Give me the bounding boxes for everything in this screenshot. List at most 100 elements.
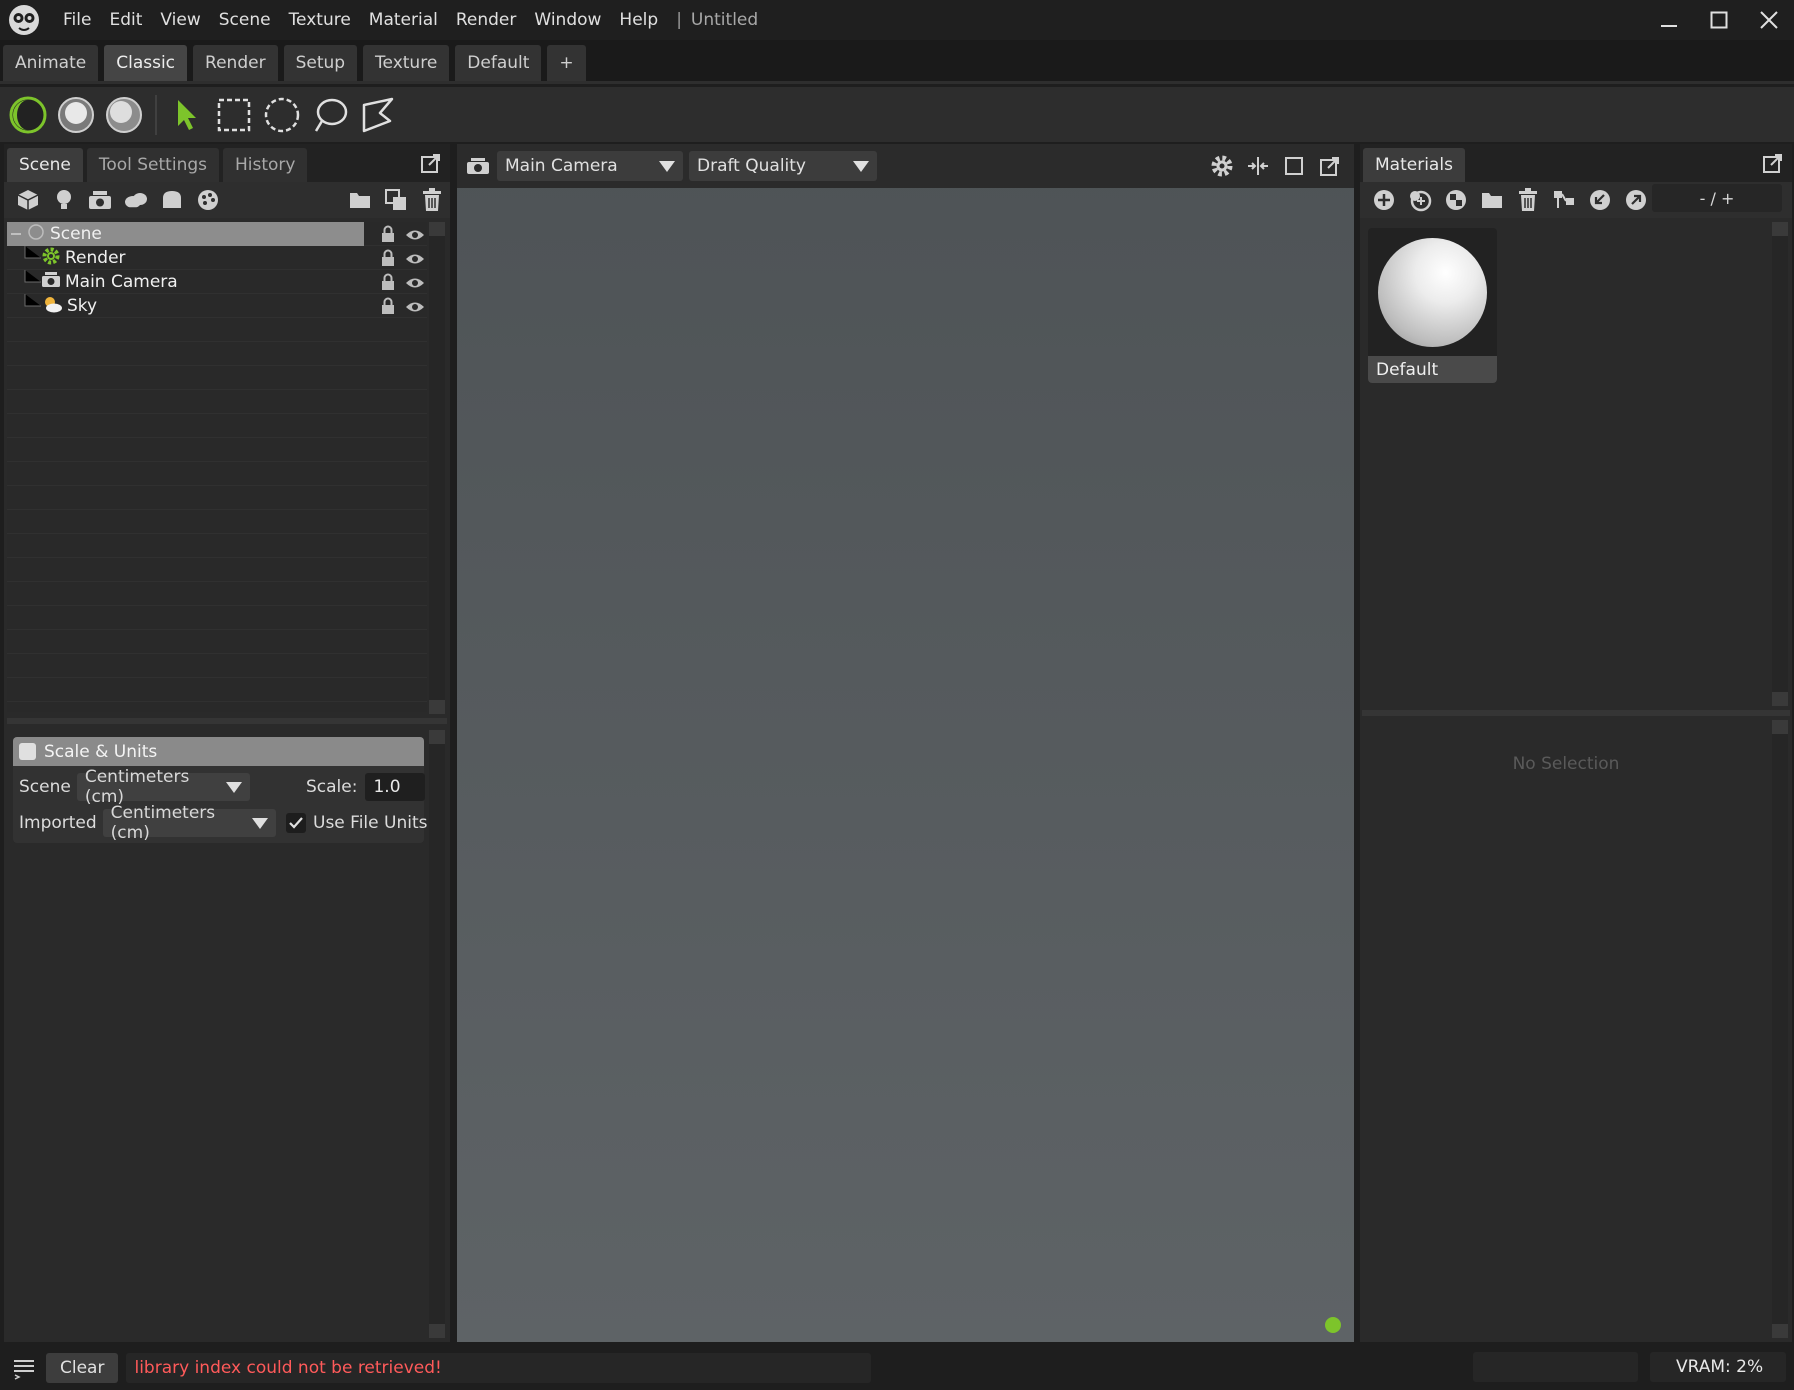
tab-history[interactable]: History <box>223 148 308 182</box>
workspace-tab-classic[interactable]: Classic <box>104 45 188 81</box>
add-backdrop-icon[interactable] <box>154 182 190 218</box>
lock-icon[interactable] <box>380 249 396 272</box>
material-thumbnail-default[interactable]: Default <box>1368 228 1497 383</box>
folder-icon[interactable] <box>1474 182 1510 218</box>
scroll-up-icon[interactable] <box>1772 720 1788 734</box>
workspace-tab-animate[interactable]: Animate <box>3 45 99 81</box>
properties-scrollbar[interactable] <box>429 730 445 1338</box>
material-zoom-control[interactable]: - / + <box>1652 184 1782 212</box>
add-workspace-button[interactable]: + <box>547 45 586 81</box>
maximize-icon[interactable] <box>1694 0 1744 40</box>
popout-icon[interactable] <box>1312 151 1348 181</box>
node-graph-icon[interactable] <box>1546 182 1582 218</box>
add-environment-icon[interactable] <box>118 182 154 218</box>
tree-item-main-camera[interactable]: Main Camera <box>7 270 427 294</box>
delete-icon[interactable] <box>1510 182 1546 218</box>
lock-icon[interactable] <box>380 225 396 248</box>
duplicate-icon[interactable] <box>378 182 414 218</box>
polygon-select-icon[interactable] <box>355 92 401 138</box>
scroll-down-icon[interactable] <box>429 1324 445 1338</box>
minimize-icon[interactable] <box>1644 0 1694 40</box>
imported-units-dropdown[interactable]: Centimeters (cm) <box>102 803 276 843</box>
use-file-units-checkbox[interactable] <box>286 813 306 833</box>
popout-icon[interactable] <box>420 152 442 174</box>
collapse-icon[interactable] <box>9 227 23 241</box>
circle-select-icon[interactable] <box>259 92 305 138</box>
workspace-tab-render[interactable]: Render <box>193 45 278 81</box>
add-camera-icon[interactable] <box>82 182 118 218</box>
quality-dropdown[interactable]: Draft Quality <box>689 151 877 181</box>
menu-window[interactable]: Window <box>525 0 610 40</box>
add-material-icon[interactable] <box>190 182 226 218</box>
camera-icon[interactable] <box>463 151 493 181</box>
menu-edit[interactable]: Edit <box>100 0 151 40</box>
menu-file[interactable]: File <box>54 0 100 40</box>
collapse-group-icon[interactable] <box>19 743 36 760</box>
eye-icon[interactable] <box>405 227 425 247</box>
camera-dropdown[interactable]: Main Camera <box>497 151 683 181</box>
scene-units-dropdown[interactable]: Centimeters (cm) <box>76 767 250 807</box>
tab-scene[interactable]: Scene <box>7 148 83 182</box>
add-material-variant-icon[interactable] <box>1402 182 1438 218</box>
viewport[interactable]: Main Camera Draft Quality <box>457 144 1354 1342</box>
checkmark-icon <box>289 817 303 829</box>
add-material-icon[interactable] <box>1366 182 1402 218</box>
close-icon[interactable] <box>1744 0 1794 40</box>
eye-icon[interactable] <box>405 299 425 319</box>
menu-help[interactable]: Help <box>610 0 667 40</box>
add-light-icon[interactable] <box>46 182 82 218</box>
menu-render[interactable]: Render <box>447 0 526 40</box>
menu-material[interactable]: Material <box>360 0 447 40</box>
eye-icon[interactable] <box>405 275 425 295</box>
lasso-select-icon[interactable] <box>307 92 353 138</box>
scroll-up-icon[interactable] <box>1772 222 1788 236</box>
menu-view[interactable]: View <box>151 0 209 40</box>
scene-tree-scrollbar[interactable] <box>429 222 445 714</box>
folder-icon[interactable] <box>342 182 378 218</box>
frame-icon[interactable] <box>1276 151 1312 181</box>
menu-scene[interactable]: Scene <box>210 0 280 40</box>
workspace-tab-setup[interactable]: Setup <box>283 45 358 81</box>
tree-item-render[interactable]: Render <box>7 246 427 270</box>
scroll-down-icon[interactable] <box>1772 692 1788 706</box>
scroll-up-icon[interactable] <box>429 730 445 744</box>
add-mesh-icon[interactable] <box>10 182 46 218</box>
chevron-down-icon <box>225 781 242 793</box>
eye-icon[interactable] <box>405 251 425 271</box>
tab-tool-settings[interactable]: Tool Settings <box>86 148 219 182</box>
lock-icon[interactable] <box>380 297 396 320</box>
tree-item-sky[interactable]: Sky <box>7 294 427 318</box>
import-icon[interactable] <box>1582 182 1618 218</box>
select-arrow-icon[interactable] <box>163 92 209 138</box>
window-controls <box>1644 0 1794 40</box>
export-icon[interactable] <box>1618 182 1654 218</box>
materials-scrollbar[interactable] <box>1772 222 1788 706</box>
rect-select-icon[interactable] <box>211 92 257 138</box>
panel-splitter[interactable] <box>7 718 447 724</box>
panel-splitter[interactable] <box>1362 710 1790 716</box>
popout-icon[interactable] <box>1762 152 1784 174</box>
workspace-tab-texture[interactable]: Texture <box>363 45 450 81</box>
scroll-up-icon[interactable] <box>429 222 445 236</box>
imported-units-label: Imported <box>19 813 97 833</box>
menu-texture[interactable]: Texture <box>280 0 360 40</box>
split-view-icon[interactable] <box>1240 151 1276 181</box>
tree-item-scene[interactable]: Scene <box>7 222 424 246</box>
matcap-mode-icon[interactable] <box>53 92 99 138</box>
workspace-tab-default[interactable]: Default <box>455 45 542 81</box>
scroll-down-icon[interactable] <box>429 700 445 714</box>
lock-icon[interactable] <box>380 273 396 296</box>
scale-input[interactable]: 1.0 <box>365 773 426 801</box>
render-mode-icon[interactable] <box>5 92 51 138</box>
delete-icon[interactable] <box>414 182 450 218</box>
tab-materials[interactable]: Materials <box>1363 148 1465 182</box>
scroll-down-icon[interactable] <box>1772 1324 1788 1338</box>
scale-units-header[interactable]: Scale & Units <box>13 737 424 766</box>
gear-icon[interactable] <box>1204 151 1240 181</box>
preview-mode-icon[interactable] <box>101 92 147 138</box>
clear-button[interactable]: Clear <box>46 1352 119 1383</box>
checker-material-icon[interactable] <box>1438 182 1474 218</box>
material-properties-scrollbar[interactable] <box>1772 720 1788 1338</box>
app-logo-icon[interactable] <box>4 0 44 40</box>
console-icon[interactable] <box>12 1356 36 1380</box>
